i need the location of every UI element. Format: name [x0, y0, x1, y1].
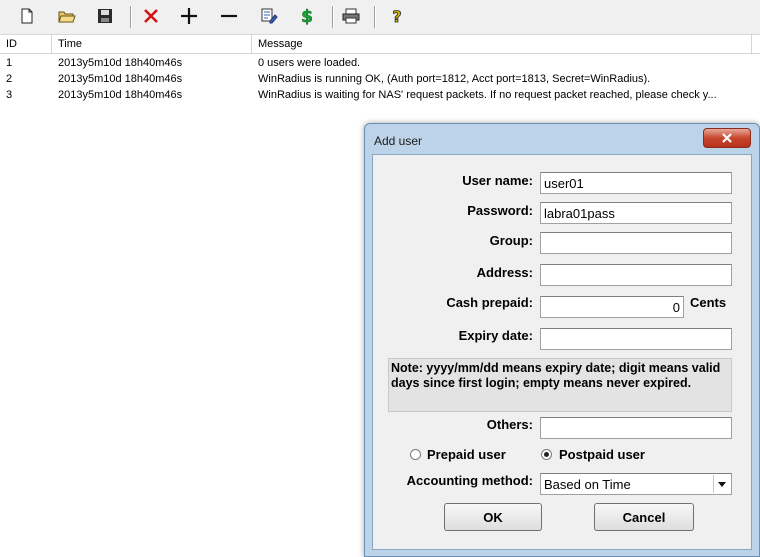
prepaid-user-label[interactable]: Prepaid user [427, 447, 537, 462]
password-label: Password: [467, 203, 533, 218]
add-user-dialog: Add user User name: Password: Group: Add… [364, 123, 760, 557]
row-id: 1 [6, 57, 13, 69]
postpaid-user-radio[interactable] [541, 449, 552, 460]
toolbar-separator [130, 6, 132, 28]
row-id: 2 [6, 73, 13, 85]
log-list-header: ID Time Message [0, 35, 760, 54]
close-icon [722, 133, 732, 143]
new-file-icon[interactable] [14, 4, 40, 28]
row-message: 0 users were loaded. [258, 57, 361, 69]
toolbar-separator [374, 6, 376, 28]
minus-icon[interactable] [216, 4, 242, 28]
cash-prepaid-input[interactable] [540, 296, 684, 318]
address-input[interactable] [540, 264, 732, 286]
accounting-method-label: Accounting method: [406, 473, 533, 488]
delete-x-icon[interactable] [138, 4, 164, 28]
prepaid-user-radio[interactable] [410, 449, 421, 460]
toolbar: $ ? [0, 0, 760, 35]
help-question-icon[interactable]: ? [384, 4, 410, 28]
expiry-date-input[interactable] [540, 328, 732, 350]
password-input[interactable] [540, 202, 732, 224]
row-message: WinRadius is running OK, (Auth port=1812… [258, 73, 651, 85]
dialog-title: Add user [374, 134, 423, 148]
edit-icon[interactable] [256, 4, 282, 28]
others-label: Others: [486, 417, 533, 432]
row-message: WinRadius is waiting for NAS' request pa… [258, 89, 717, 101]
svg-text:$: $ [301, 7, 313, 26]
save-disk-icon[interactable] [92, 4, 118, 28]
accounting-method-select[interactable]: Based on Time [540, 473, 732, 495]
username-input[interactable] [540, 172, 732, 194]
plus-icon[interactable] [176, 4, 202, 28]
table-row[interactable]: 1 2013y5m10d 18h40m46s 0 users were load… [0, 55, 760, 71]
column-header-message[interactable]: Message [252, 35, 752, 53]
dialog-body: User name: Password: Group: Address: Cas… [372, 154, 752, 550]
table-row[interactable]: 2 2013y5m10d 18h40m46s WinRadius is runn… [0, 71, 760, 87]
dollar-icon[interactable]: $ [294, 4, 320, 28]
column-header-id[interactable]: ID [0, 35, 52, 53]
username-label: User name: [462, 173, 533, 188]
row-time: 2013y5m10d 18h40m46s [58, 73, 183, 85]
cents-label: Cents [690, 295, 727, 310]
log-list: 1 2013y5m10d 18h40m46s 0 users were load… [0, 55, 760, 103]
cash-prepaid-label: Cash prepaid: [446, 295, 533, 310]
svg-text:?: ? [392, 7, 401, 25]
others-input[interactable] [540, 417, 732, 439]
table-row[interactable]: 3 2013y5m10d 18h40m46s WinRadius is wait… [0, 87, 760, 103]
group-input[interactable] [540, 232, 732, 254]
printer-icon[interactable] [338, 4, 364, 28]
expiry-note: Note: yyyy/mm/dd means expiry date; digi… [388, 358, 732, 412]
open-folder-icon[interactable] [54, 4, 80, 28]
accounting-method-value: Based on Time [544, 476, 631, 492]
expiry-date-label: Expiry date: [458, 328, 533, 343]
postpaid-user-label[interactable]: Postpaid user [559, 447, 679, 462]
row-time: 2013y5m10d 18h40m46s [58, 57, 183, 69]
row-id: 3 [6, 89, 13, 101]
column-header-time[interactable]: Time [52, 35, 252, 53]
ok-button[interactable]: OK [444, 503, 542, 531]
address-label: Address: [476, 265, 533, 280]
cancel-button[interactable]: Cancel [594, 503, 694, 531]
toolbar-separator [332, 6, 334, 28]
row-time: 2013y5m10d 18h40m46s [58, 89, 183, 101]
group-label: Group: [489, 233, 533, 248]
chevron-down-icon[interactable] [713, 475, 730, 493]
close-button[interactable] [703, 128, 751, 148]
